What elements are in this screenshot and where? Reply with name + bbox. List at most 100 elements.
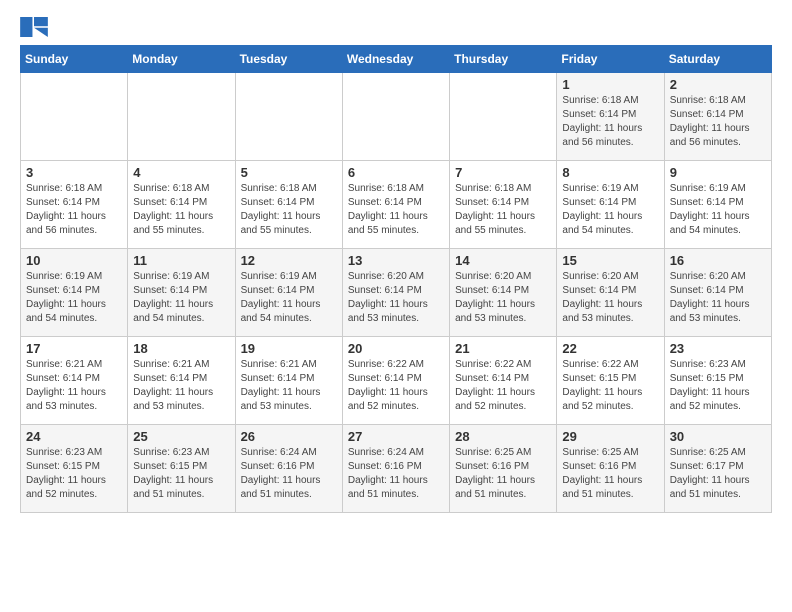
day-number: 21 — [455, 341, 551, 356]
calendar-cell: 28 Sunrise: 6:25 AM Sunset: 6:16 PM Dayli… — [450, 425, 557, 513]
calendar-cell: 2 Sunrise: 6:18 AM Sunset: 6:14 PM Daylig… — [664, 73, 771, 161]
week-row-5: 24 Sunrise: 6:23 AM Sunset: 6:15 PM Dayli… — [21, 425, 772, 513]
calendar-cell: 26Sunrise: 6:24 AM Sunset: 6:16 PM Dayli… — [235, 425, 342, 513]
calendar-cell: 10 Sunrise: 6:19 AM Sunset: 6:14 PM Dayli… — [21, 249, 128, 337]
day-number: 17 — [26, 341, 122, 356]
calendar-cell: 5 Sunrise: 6:18 AM Sunset: 6:14 PM Daylig… — [235, 161, 342, 249]
day-number: 22 — [562, 341, 658, 356]
day-info: Sunrise: 6:21 AM Sunset: 6:14 PM Dayligh… — [26, 358, 122, 414]
day-info: Sunrise: 6:19 AM Sunset: 6:14 PM Dayligh… — [562, 182, 658, 238]
day-number: 19 — [241, 341, 337, 356]
day-number: 18 — [133, 341, 229, 356]
day-info: Sunrise: 6:23 AM Sunset: 6:15 PM Dayligh… — [133, 446, 229, 502]
day-info: Sunrise: 6:18 AM Sunset: 6:14 PM Dayligh… — [670, 94, 766, 150]
calendar-cell — [450, 73, 557, 161]
day-number: 27 — [348, 429, 444, 444]
logo — [20, 16, 52, 37]
day-number: 1 — [562, 77, 658, 92]
day-number: 2 — [670, 77, 766, 92]
calendar-cell: 29Sunrise: 6:25 AM Sunset: 6:16 PM Dayli… — [557, 425, 664, 513]
calendar-cell — [235, 73, 342, 161]
calendar-cell: 24 Sunrise: 6:23 AM Sunset: 6:15 PM Dayli… — [21, 425, 128, 513]
day-number: 12 — [241, 253, 337, 268]
calendar-cell: 30 Sunrise: 6:25 AM Sunset: 6:17 PM Dayli… — [664, 425, 771, 513]
logo-icon — [20, 17, 48, 37]
day-info: Sunrise: 6:18 AM Sunset: 6:14 PM Dayligh… — [348, 182, 444, 238]
calendar-cell: 16 Sunrise: 6:20 AM Sunset: 6:14 PM Dayli… — [664, 249, 771, 337]
day-number: 24 — [26, 429, 122, 444]
calendar-cell: 6Sunrise: 6:18 AM Sunset: 6:14 PM Daylig… — [342, 161, 449, 249]
day-info: Sunrise: 6:22 AM Sunset: 6:14 PM Dayligh… — [455, 358, 551, 414]
day-info: Sunrise: 6:19 AM Sunset: 6:14 PM Dayligh… — [26, 270, 122, 326]
calendar-cell: 9 Sunrise: 6:19 AM Sunset: 6:14 PM Daylig… — [664, 161, 771, 249]
calendar-cell: 7 Sunrise: 6:18 AM Sunset: 6:14 PM Daylig… — [450, 161, 557, 249]
calendar-cell: 14Sunrise: 6:20 AM Sunset: 6:14 PM Dayli… — [450, 249, 557, 337]
week-row-3: 10 Sunrise: 6:19 AM Sunset: 6:14 PM Dayli… — [21, 249, 772, 337]
day-info: Sunrise: 6:25 AM Sunset: 6:16 PM Dayligh… — [455, 446, 551, 502]
day-info: Sunrise: 6:18 AM Sunset: 6:14 PM Dayligh… — [562, 94, 658, 150]
day-info: Sunrise: 6:21 AM Sunset: 6:14 PM Dayligh… — [133, 358, 229, 414]
calendar-cell: 21 Sunrise: 6:22 AM Sunset: 6:14 PM Dayli… — [450, 337, 557, 425]
day-info: Sunrise: 6:19 AM Sunset: 6:14 PM Dayligh… — [133, 270, 229, 326]
day-info: Sunrise: 6:21 AM Sunset: 6:14 PM Dayligh… — [241, 358, 337, 414]
calendar-cell — [21, 73, 128, 161]
calendar-cell: 15 Sunrise: 6:20 AM Sunset: 6:14 PM Dayli… — [557, 249, 664, 337]
day-number: 3 — [26, 165, 122, 180]
calendar-cell: 13Sunrise: 6:20 AM Sunset: 6:14 PM Dayli… — [342, 249, 449, 337]
day-info: Sunrise: 6:18 AM Sunset: 6:14 PM Dayligh… — [133, 182, 229, 238]
day-number: 8 — [562, 165, 658, 180]
calendar-cell: 18 Sunrise: 6:21 AM Sunset: 6:14 PM Dayli… — [128, 337, 235, 425]
day-number: 29 — [562, 429, 658, 444]
day-info: Sunrise: 6:18 AM Sunset: 6:14 PM Dayligh… — [455, 182, 551, 238]
day-info: Sunrise: 6:18 AM Sunset: 6:14 PM Dayligh… — [241, 182, 337, 238]
calendar-cell: 25 Sunrise: 6:23 AM Sunset: 6:15 PM Dayli… — [128, 425, 235, 513]
day-number: 10 — [26, 253, 122, 268]
calendar-cell: 1 Sunrise: 6:18 AM Sunset: 6:14 PM Daylig… — [557, 73, 664, 161]
day-info: Sunrise: 6:19 AM Sunset: 6:14 PM Dayligh… — [670, 182, 766, 238]
col-header-tuesday: Tuesday — [235, 46, 342, 73]
day-number: 23 — [670, 341, 766, 356]
day-info: Sunrise: 6:20 AM Sunset: 6:14 PM Dayligh… — [455, 270, 551, 326]
day-info: Sunrise: 6:19 AM Sunset: 6:14 PM Dayligh… — [241, 270, 337, 326]
day-info: Sunrise: 6:18 AM Sunset: 6:14 PM Dayligh… — [26, 182, 122, 238]
calendar-cell — [128, 73, 235, 161]
day-info: Sunrise: 6:24 AM Sunset: 6:16 PM Dayligh… — [348, 446, 444, 502]
day-number: 30 — [670, 429, 766, 444]
day-number: 5 — [241, 165, 337, 180]
calendar-table: SundayMondayTuesdayWednesdayThursdayFrid… — [20, 45, 772, 513]
day-info: Sunrise: 6:23 AM Sunset: 6:15 PM Dayligh… — [670, 358, 766, 414]
week-row-2: 3 Sunrise: 6:18 AM Sunset: 6:14 PM Daylig… — [21, 161, 772, 249]
calendar-cell: 23 Sunrise: 6:23 AM Sunset: 6:15 PM Dayli… — [664, 337, 771, 425]
header — [20, 16, 772, 37]
calendar-cell: 3 Sunrise: 6:18 AM Sunset: 6:14 PM Daylig… — [21, 161, 128, 249]
day-number: 25 — [133, 429, 229, 444]
day-number: 9 — [670, 165, 766, 180]
week-row-1: 1 Sunrise: 6:18 AM Sunset: 6:14 PM Daylig… — [21, 73, 772, 161]
col-header-saturday: Saturday — [664, 46, 771, 73]
calendar-cell: 20Sunrise: 6:22 AM Sunset: 6:14 PM Dayli… — [342, 337, 449, 425]
day-info: Sunrise: 6:22 AM Sunset: 6:15 PM Dayligh… — [562, 358, 658, 414]
calendar-cell: 22 Sunrise: 6:22 AM Sunset: 6:15 PM Dayli… — [557, 337, 664, 425]
calendar-cell: 8 Sunrise: 6:19 AM Sunset: 6:14 PM Daylig… — [557, 161, 664, 249]
day-info: Sunrise: 6:24 AM Sunset: 6:16 PM Dayligh… — [241, 446, 337, 502]
day-number: 11 — [133, 253, 229, 268]
col-header-wednesday: Wednesday — [342, 46, 449, 73]
day-number: 20 — [348, 341, 444, 356]
calendar-cell — [342, 73, 449, 161]
day-info: Sunrise: 6:25 AM Sunset: 6:17 PM Dayligh… — [670, 446, 766, 502]
week-row-4: 17 Sunrise: 6:21 AM Sunset: 6:14 PM Dayli… — [21, 337, 772, 425]
day-number: 28 — [455, 429, 551, 444]
calendar-cell: 12 Sunrise: 6:19 AM Sunset: 6:14 PM Dayli… — [235, 249, 342, 337]
day-number: 15 — [562, 253, 658, 268]
calendar-cell: 17 Sunrise: 6:21 AM Sunset: 6:14 PM Dayli… — [21, 337, 128, 425]
day-number: 7 — [455, 165, 551, 180]
day-number: 13 — [348, 253, 444, 268]
day-number: 16 — [670, 253, 766, 268]
day-info: Sunrise: 6:20 AM Sunset: 6:14 PM Dayligh… — [562, 270, 658, 326]
day-number: 4 — [133, 165, 229, 180]
day-info: Sunrise: 6:20 AM Sunset: 6:14 PM Dayligh… — [670, 270, 766, 326]
day-info: Sunrise: 6:23 AM Sunset: 6:15 PM Dayligh… — [26, 446, 122, 502]
col-header-sunday: Sunday — [21, 46, 128, 73]
calendar-cell: 4 Sunrise: 6:18 AM Sunset: 6:14 PM Daylig… — [128, 161, 235, 249]
col-header-thursday: Thursday — [450, 46, 557, 73]
